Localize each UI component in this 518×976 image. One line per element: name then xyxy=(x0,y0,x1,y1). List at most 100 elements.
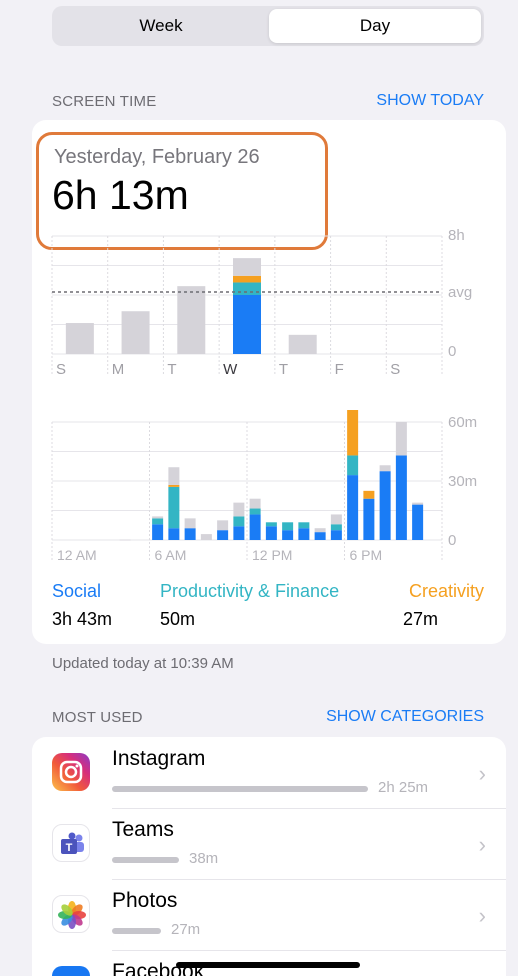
hour-bar-7 xyxy=(168,467,180,485)
category-social-value: 3h 43m xyxy=(52,609,113,629)
total-screen-time: 6h 13m xyxy=(52,172,189,218)
day-tick-label: W xyxy=(223,361,238,378)
week-bar-s-0 xyxy=(65,323,94,354)
category-productivity-label: Productivity & Finance xyxy=(160,581,340,601)
day-tick-label: M xyxy=(112,361,125,378)
y-tick-label: 60m xyxy=(448,414,477,431)
hour-bar-12 xyxy=(249,508,261,515)
hour-bar-17 xyxy=(330,524,342,531)
hour-bar-22 xyxy=(412,502,424,505)
updated-timestamp: Updated today at 10:39 AM xyxy=(52,655,234,672)
hour-bar-15 xyxy=(298,522,310,529)
app-name: Teams xyxy=(112,818,174,841)
y-tick-label: 30m xyxy=(448,473,477,490)
hour-bar-14 xyxy=(282,522,294,531)
hour-bar-13 xyxy=(265,526,277,540)
hour-bar-12 xyxy=(249,514,261,540)
most-used-list: Instagram 2h 25m › T Teams 38m › Photos … xyxy=(32,737,506,976)
usage-time: 2h 25m xyxy=(378,779,429,796)
hour-bar-17 xyxy=(330,514,342,525)
week-bar-m-1 xyxy=(121,311,150,354)
hour-bar-8 xyxy=(184,528,196,540)
hour-bar-6 xyxy=(152,518,164,525)
hour-bar-6 xyxy=(152,516,164,519)
day-tick-label: S xyxy=(390,361,400,378)
week-tab[interactable]: Week xyxy=(55,9,267,43)
hour-bar-12 xyxy=(249,498,261,509)
hour-bar-10 xyxy=(217,520,229,531)
hour-tick-label: 12 AM xyxy=(57,547,97,563)
weekly-chart[interactable]: S M T W T F S 8h avg 0 xyxy=(32,228,506,388)
hour-bar-11 xyxy=(233,526,245,540)
hour-bar-18 xyxy=(347,455,359,476)
hour-tick-label: 6 PM xyxy=(350,547,383,563)
hour-bar-7 xyxy=(168,528,180,540)
week-bar-t-2 xyxy=(177,286,206,354)
y-tick-label: 0 xyxy=(448,343,456,360)
chevron-right-icon: › xyxy=(478,761,486,786)
usage-time: 38m xyxy=(189,850,219,867)
app-row-teams[interactable]: T Teams 38m › xyxy=(32,808,506,880)
hour-bar-16 xyxy=(314,528,326,533)
screen-time-card: Yesterday, February 26 6h 13m S M T W T F S 8h a… xyxy=(32,120,506,644)
screen-time-section-header: SCREEN TIME xyxy=(52,93,157,110)
show-today-link[interactable]: SHOW TODAY xyxy=(376,92,484,110)
week-day-segmented-control: Week Day xyxy=(52,6,484,46)
hour-bar-15 xyxy=(298,528,310,540)
week-bar-w-3 xyxy=(233,275,261,283)
day-tick-label: T xyxy=(167,361,176,378)
hour-bar-9 xyxy=(200,534,212,540)
category-creativity-value: 27m xyxy=(402,609,438,629)
category-social-label: Social xyxy=(52,581,102,601)
teams-icon: T xyxy=(52,824,90,862)
hour-bar-11 xyxy=(233,502,245,517)
hour-bar-4 xyxy=(119,539,131,541)
hour-bar-21 xyxy=(395,455,407,540)
week-bar-w-3 xyxy=(233,258,261,276)
week-bar-w-3 xyxy=(233,295,261,354)
app-row-photos[interactable]: Photos 27m › xyxy=(32,879,506,951)
y-tick-label: 8h xyxy=(448,228,465,244)
week-bar-w-3 xyxy=(233,282,261,295)
y-tick-label: avg xyxy=(448,284,472,301)
hour-bar-14 xyxy=(282,530,294,540)
usage-bar xyxy=(112,928,161,934)
day-tick-label: F xyxy=(335,361,344,378)
facebook-icon: f xyxy=(52,966,90,976)
chevron-right-icon: › xyxy=(478,832,486,857)
hour-bar-19 xyxy=(363,490,375,499)
hour-bar-7 xyxy=(168,486,180,529)
day-tick-label: S xyxy=(56,361,66,378)
hour-bar-7 xyxy=(168,484,180,487)
hour-bar-17 xyxy=(330,530,342,540)
hour-bar-18 xyxy=(347,475,359,540)
chevron-right-icon: › xyxy=(478,903,486,928)
hour-bar-19 xyxy=(363,498,375,540)
category-creativity-label: Creativity xyxy=(408,581,484,601)
hour-bar-6 xyxy=(152,524,164,540)
hour-bar-18 xyxy=(347,410,359,456)
show-categories-link[interactable]: SHOW CATEGORIES xyxy=(326,708,484,726)
hour-bar-21 xyxy=(395,422,407,456)
app-name: Instagram xyxy=(112,747,206,770)
hour-bar-8 xyxy=(184,518,196,529)
week-bar-t-4 xyxy=(288,334,317,354)
y-tick-label: 0 xyxy=(448,532,456,549)
day-tick-label: T xyxy=(279,361,288,378)
day-tab[interactable]: Day xyxy=(269,9,481,43)
most-used-section-header: MOST USED xyxy=(52,709,143,726)
hour-bar-22 xyxy=(412,504,424,540)
hour-bar-10 xyxy=(217,530,229,540)
hour-bar-16 xyxy=(314,532,326,540)
hour-bar-20 xyxy=(379,465,391,472)
hour-tick-label: 6 AM xyxy=(155,547,187,563)
hour-bar-20 xyxy=(379,471,391,540)
usage-bar xyxy=(112,786,368,792)
svg-text:T: T xyxy=(66,842,73,854)
home-indicator xyxy=(176,962,360,968)
date-label: Yesterday, February 26 xyxy=(54,146,260,168)
category-productivity-value: 50m xyxy=(160,609,196,629)
hourly-chart[interactable]: 12 AM 6 AM 12 PM 6 PM 60m 30m 0 xyxy=(32,410,506,570)
app-name: Photos xyxy=(112,889,178,912)
app-row-instagram[interactable]: Instagram 2h 25m › xyxy=(32,737,506,809)
